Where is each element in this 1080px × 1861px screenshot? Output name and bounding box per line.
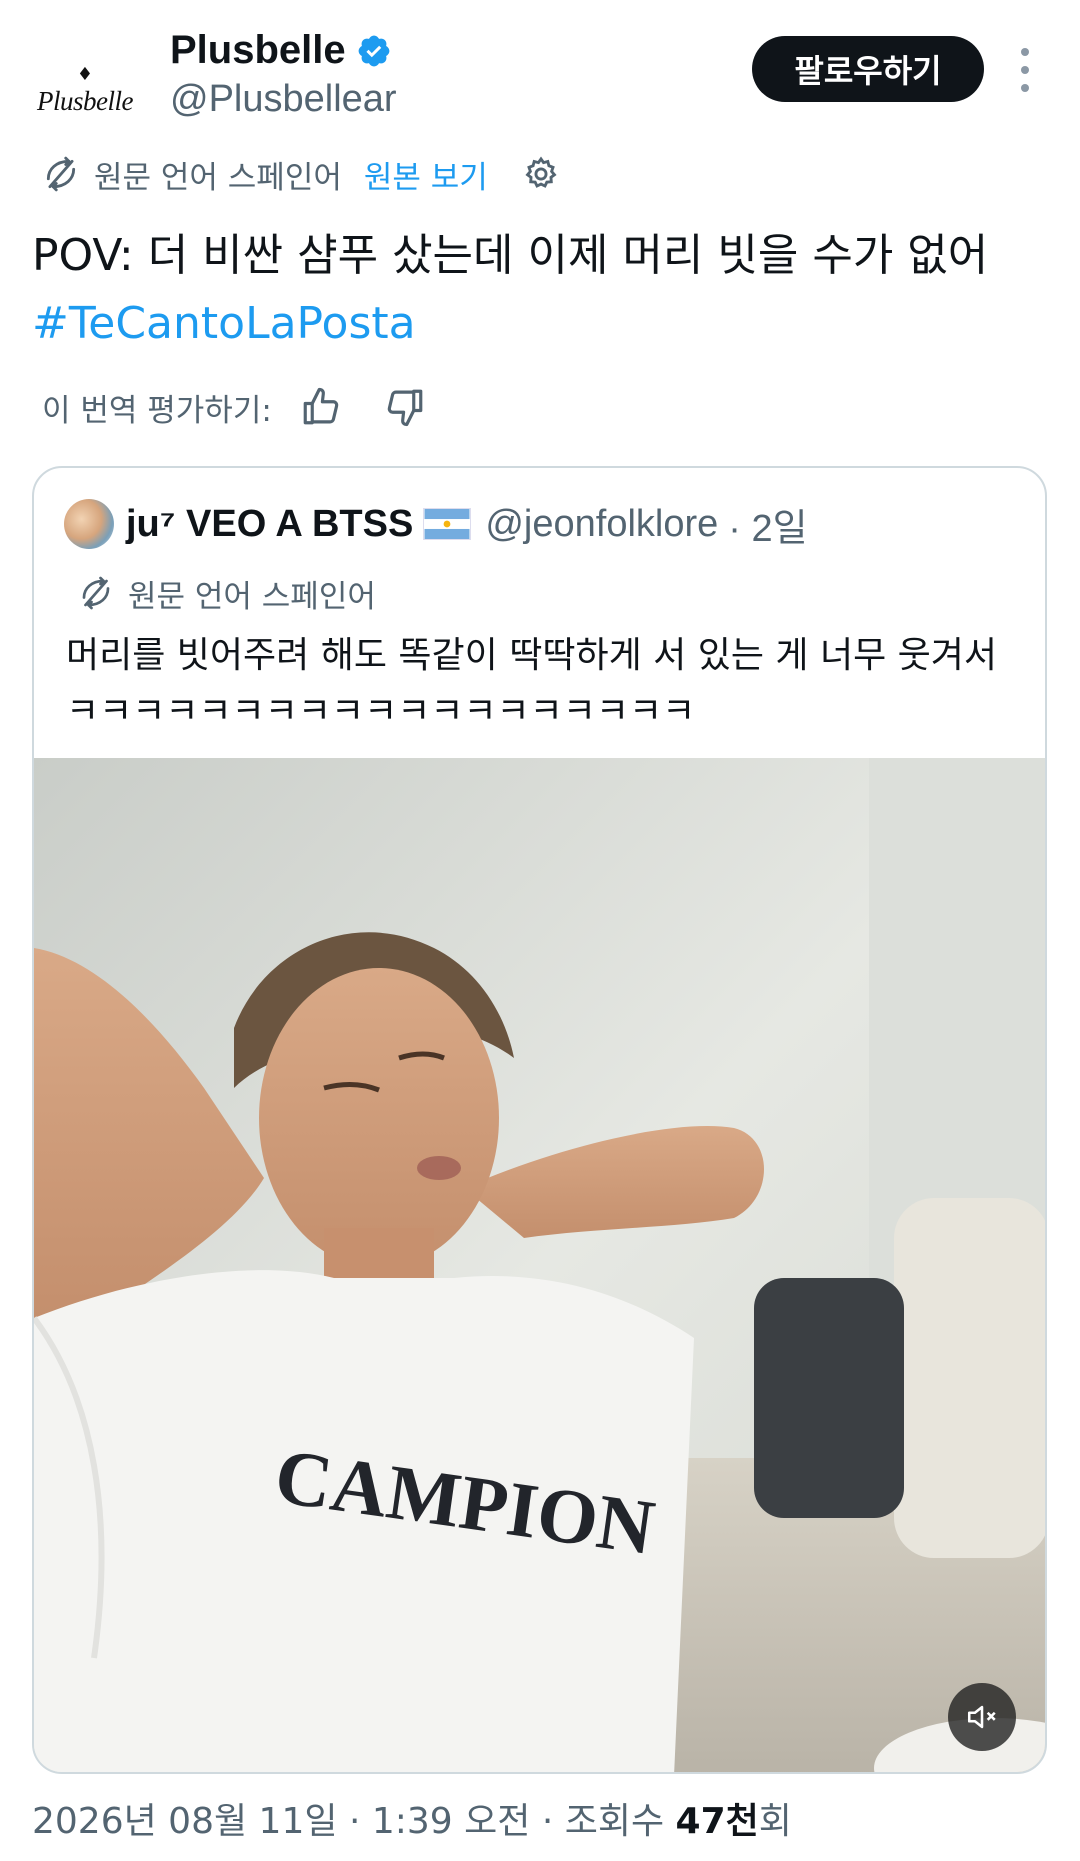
rate-translation-label: 이 번역 평가하기: [42,392,272,429]
quoted-tweet-header: ju⁷ VEO A BTSS @jeonfolklore · 2일 [64,496,808,552]
translate-icon [82,576,110,610]
tweet-meta: 2026년 08월 11일 · 1:39 오전 · 조회수 47천회 [32,1801,792,1842]
muted-speaker-icon [967,1705,996,1729]
quoted-author-name[interactable]: ju⁷ VEO A BTSS [126,503,413,546]
thumbs-up-icon[interactable] [300,386,342,428]
rate-translation-row: 이 번역 평가하기: [42,380,426,434]
quoted-author-handle[interactable]: @jeonfolklore [485,503,718,546]
video-player[interactable]: CAMPION [34,758,1045,1772]
translate-icon [46,156,76,192]
translation-source-label: 원문 언어 스페인어 [94,159,342,196]
verified-badge-icon [358,35,389,66]
quoted-translation-row: 원문 언어 스페인어 [78,568,376,618]
tweet-time: 1:39 오전 [371,1801,531,1842]
settings-gear-icon[interactable] [522,155,560,193]
argentina-flag-icon [423,508,472,540]
account-handle[interactable]: @Plusbellear [170,78,397,121]
quoted-tweet-time: · 2일 [728,507,808,550]
video-frame: CAMPION [34,758,1045,1772]
display-name-text: Plusbelle [170,28,346,72]
hashtag-link[interactable]: #TeCantoLaPosta [32,290,1042,358]
quoted-author-avatar[interactable] [64,499,114,549]
quoted-tweet-card[interactable]: ju⁷ VEO A BTSS @jeonfolklore · 2일 원문 언어 … [32,466,1047,1774]
account-display-name[interactable]: Plusbelle [170,28,392,73]
drop-logo-icon: ♦ [76,63,94,85]
tweet-body: POV: 더 비싼 샴푸 샀는데 이제 머리 빗을 수가 없어 [32,230,989,281]
more-icon[interactable] [1018,48,1032,92]
tweet-page: ♦ Plusbelle Plusbelle @Plusbellear 팔로우하기… [0,0,1080,1861]
quoted-tweet-text: 머리를 빗어주려 해도 똑같이 딱딱하게 서 있는 게 너무 웃겨서 ㅋㅋㅋㅋㅋ… [66,635,997,732]
show-original-link[interactable]: 원본 보기 [364,152,488,197]
account-avatar[interactable]: ♦ Plusbelle [30,36,140,146]
tweet-text: POV: 더 비싼 샴푸 샀는데 이제 머리 빗을 수가 없어 #TeCanto… [32,222,1042,358]
views-count[interactable]: 47천 [676,1801,759,1842]
thumbs-down-icon[interactable] [384,386,426,428]
tweet-date: 2026년 08월 11일 [32,1801,338,1842]
views-suffix: 회 [758,1801,792,1842]
follow-button[interactable]: 팔로우하기 [752,36,984,102]
translation-row: 원문 언어 스페인어 원본 보기 [42,148,560,200]
quoted-translation-label: 원문 언어 스페인어 [128,578,376,615]
avatar-logo-text: Plusbelle [37,85,133,116]
mute-toggle-button[interactable] [948,1683,1016,1751]
views-label: 조회수 [564,1801,665,1842]
